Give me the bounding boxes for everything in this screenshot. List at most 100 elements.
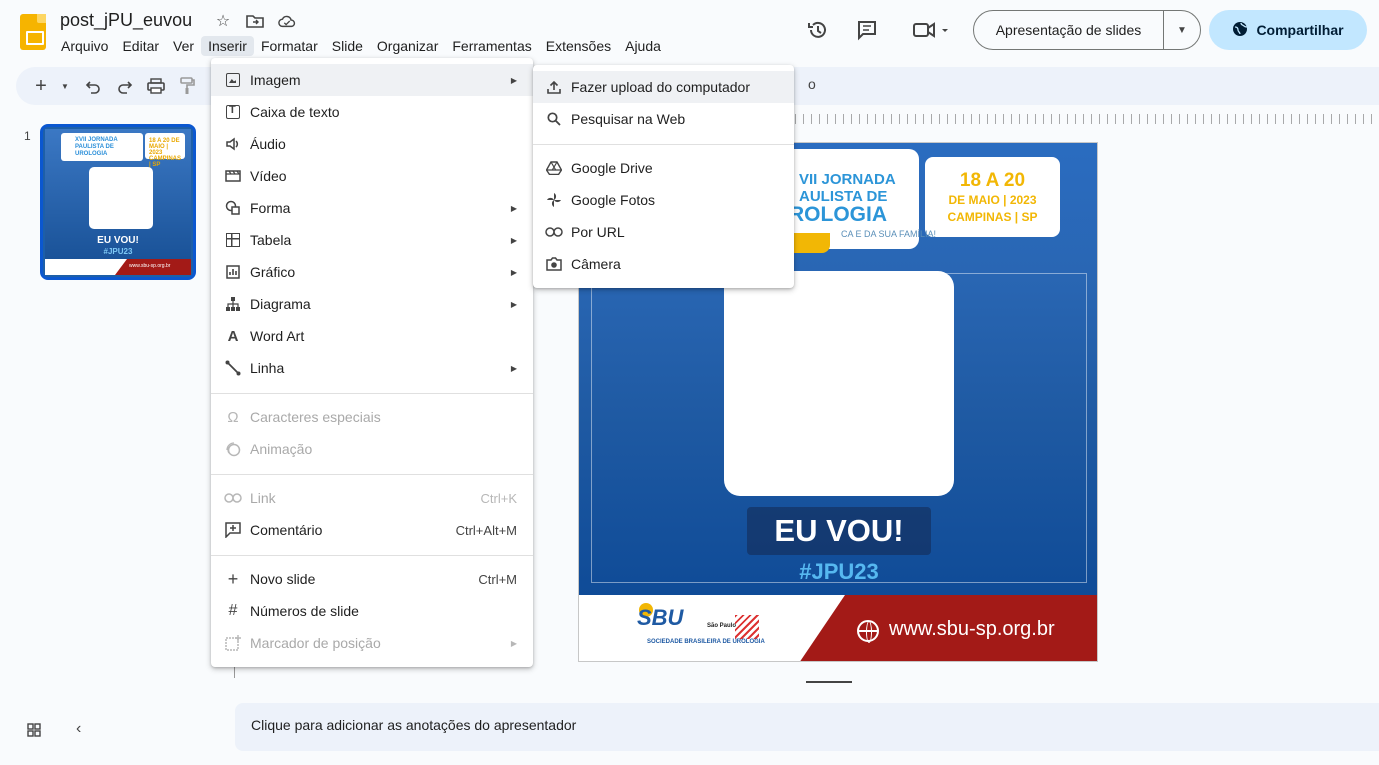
menu-item-shortcut: Ctrl+M xyxy=(478,571,517,587)
chevron-down-icon[interactable]: ▼ xyxy=(1164,11,1200,49)
chevron-down-icon[interactable]: ▼ xyxy=(54,75,76,97)
menu-item-label: Caixa de texto xyxy=(250,104,340,120)
menu-item-label: Comentário xyxy=(250,522,323,538)
menu-item-grafico[interactable]: Gráfico ▶ xyxy=(211,256,533,288)
menu-item-marcador-de-posicao[interactable]: Marcador de posição ▶ xyxy=(211,627,533,659)
search-icon xyxy=(544,109,564,129)
share-button[interactable]: Compartilhar xyxy=(1209,10,1367,50)
menu-item-label: Diagrama xyxy=(250,296,311,312)
menu-item-audio[interactable]: Áudio xyxy=(211,128,533,160)
menu-arquivo[interactable]: Arquivo xyxy=(54,36,115,56)
submenu-item-google-fotos[interactable]: Google Fotos xyxy=(533,184,794,216)
menu-editar[interactable]: Editar xyxy=(115,36,166,56)
globe-icon xyxy=(857,620,879,643)
menu-item-label: Linha xyxy=(250,360,285,376)
menu-item-numeros-de-slide[interactable]: # Números de slide xyxy=(211,595,533,627)
image-submenu: Fazer upload do computador Pesquisar na … xyxy=(533,65,794,288)
print-icon[interactable] xyxy=(145,75,167,97)
menu-item-link[interactable]: Link Ctrl+K xyxy=(211,482,533,514)
speaker-notes[interactable]: Clique para adicionar as anotações do ap… xyxy=(235,703,1379,751)
cloud-status-icon[interactable] xyxy=(278,12,296,30)
menu-separator xyxy=(211,555,533,556)
menu-extensoes[interactable]: Extensões xyxy=(539,36,618,56)
grid-view-icon[interactable] xyxy=(27,723,41,740)
placeholder-icon xyxy=(223,633,243,653)
submenu-arrow-icon: ▶ xyxy=(510,75,517,85)
comments-icon[interactable] xyxy=(855,18,879,42)
document-title[interactable]: post_jPU_euvou xyxy=(60,10,192,31)
menu-slide[interactable]: Slide xyxy=(325,36,370,56)
menu-item-imagem[interactable]: Imagem ▶ xyxy=(211,64,533,96)
submenu-item-camera[interactable]: Câmera xyxy=(533,248,794,280)
title-actions: ☆ xyxy=(214,12,296,30)
menu-item-novo-slide[interactable]: + Novo slide Ctrl+M xyxy=(211,563,533,595)
slideshow-label[interactable]: Apresentação de slides xyxy=(974,11,1164,49)
slide-date-line2: DE MAIO | 2023 xyxy=(948,193,1037,207)
menu-inserir[interactable]: Inserir xyxy=(201,36,254,56)
menu-item-linha[interactable]: Linha ▶ xyxy=(211,352,533,384)
undo-icon[interactable] xyxy=(82,75,104,97)
camera-icon xyxy=(544,254,564,274)
new-slide-plus-icon[interactable]: + xyxy=(30,75,52,97)
menu-item-forma[interactable]: Forma ▶ xyxy=(211,192,533,224)
menu-ajuda[interactable]: Ajuda xyxy=(618,36,668,56)
plus-icon: + xyxy=(227,568,239,589)
menu-item-label: Novo slide xyxy=(250,571,316,587)
video-icon xyxy=(223,166,243,186)
shape-icon xyxy=(223,198,243,218)
slide-hashtag: #JPU23 xyxy=(799,559,879,584)
submenu-arrow-icon: ▶ xyxy=(510,299,517,309)
menu-item-label: Áudio xyxy=(250,136,286,152)
sbu-logo-stripes xyxy=(735,615,759,639)
collapse-filmstrip-icon[interactable]: ‹ xyxy=(76,720,81,738)
image-icon xyxy=(223,70,243,90)
slide-thumbnail[interactable]: XVII JORNADA PAULISTA DE UROLOGIA 18 A 2… xyxy=(40,124,196,280)
menu-item-tabela[interactable]: Tabela ▶ xyxy=(211,224,533,256)
slides-logo-icon[interactable] xyxy=(20,14,46,50)
menu-formatar[interactable]: Formatar xyxy=(254,36,325,56)
slide-photo-frame[interactable] xyxy=(724,271,954,496)
submenu-item-por-url[interactable]: Por URL xyxy=(533,216,794,248)
app-header: post_jPU_euvou ☆ Arquivo Editar Ver Inse… xyxy=(0,0,1379,64)
menu-item-comentario[interactable]: Comentário Ctrl+Alt+M xyxy=(211,514,533,546)
resize-handle[interactable] xyxy=(806,681,852,683)
submenu-item-label: Câmera xyxy=(571,256,621,272)
redo-icon[interactable] xyxy=(114,75,136,97)
submenu-item-label: Google Fotos xyxy=(571,192,656,208)
menu-item-video[interactable]: Vídeo xyxy=(211,160,533,192)
meet-icon[interactable] xyxy=(910,18,954,42)
speaker-notes-placeholder[interactable]: Clique para adicionar as anotações do ap… xyxy=(251,717,576,733)
menu-item-label: Números de slide xyxy=(250,603,359,619)
menu-item-diagrama[interactable]: Diagrama ▶ xyxy=(211,288,533,320)
submenu-item-google-drive[interactable]: Google Drive xyxy=(533,152,794,184)
menu-item-animacao[interactable]: Animação xyxy=(211,433,533,465)
menu-item-label: Imagem xyxy=(250,72,301,88)
diagram-icon xyxy=(223,294,243,314)
submenu-item-upload[interactable]: Fazer upload do computador xyxy=(533,71,794,103)
menu-item-word-art[interactable]: A Word Art xyxy=(211,320,533,352)
word-art-icon: A xyxy=(227,327,239,345)
menu-ferramentas[interactable]: Ferramentas xyxy=(445,36,538,56)
menu-separator xyxy=(211,474,533,475)
thumbnail-date: 18 A 20 DE MAIO | 2023 CAMPINAS | SP xyxy=(149,138,182,168)
hash-icon: # xyxy=(228,602,238,619)
menu-ver[interactable]: Ver xyxy=(166,36,201,56)
menu-item-caixa-de-texto[interactable]: Caixa de texto xyxy=(211,96,533,128)
omega-icon: Ω xyxy=(227,408,239,426)
thumbnail-hashtag: #JPU23 xyxy=(103,247,133,256)
chart-icon xyxy=(223,262,243,282)
paint-format-icon[interactable] xyxy=(176,75,198,97)
menu-organizar[interactable]: Organizar xyxy=(370,36,445,56)
submenu-item-label: Google Drive xyxy=(571,160,653,176)
version-history-icon[interactable] xyxy=(806,18,830,42)
link-icon xyxy=(223,488,243,508)
slide-number: 1 xyxy=(24,129,31,143)
star-icon[interactable]: ☆ xyxy=(214,12,232,30)
insert-menu: Imagem ▶ Caixa de texto Áudio Vídeo Form… xyxy=(211,58,533,667)
sbu-logo-sao-paulo: São Paulo xyxy=(707,623,737,629)
slideshow-button[interactable]: Apresentação de slides ▼ xyxy=(973,10,1201,50)
menu-separator xyxy=(211,393,533,394)
move-folder-icon[interactable] xyxy=(246,12,264,30)
menu-item-caracteres-especiais[interactable]: Ω Caracteres especiais xyxy=(211,401,533,433)
submenu-item-pesquisar-web[interactable]: Pesquisar na Web xyxy=(533,103,794,135)
